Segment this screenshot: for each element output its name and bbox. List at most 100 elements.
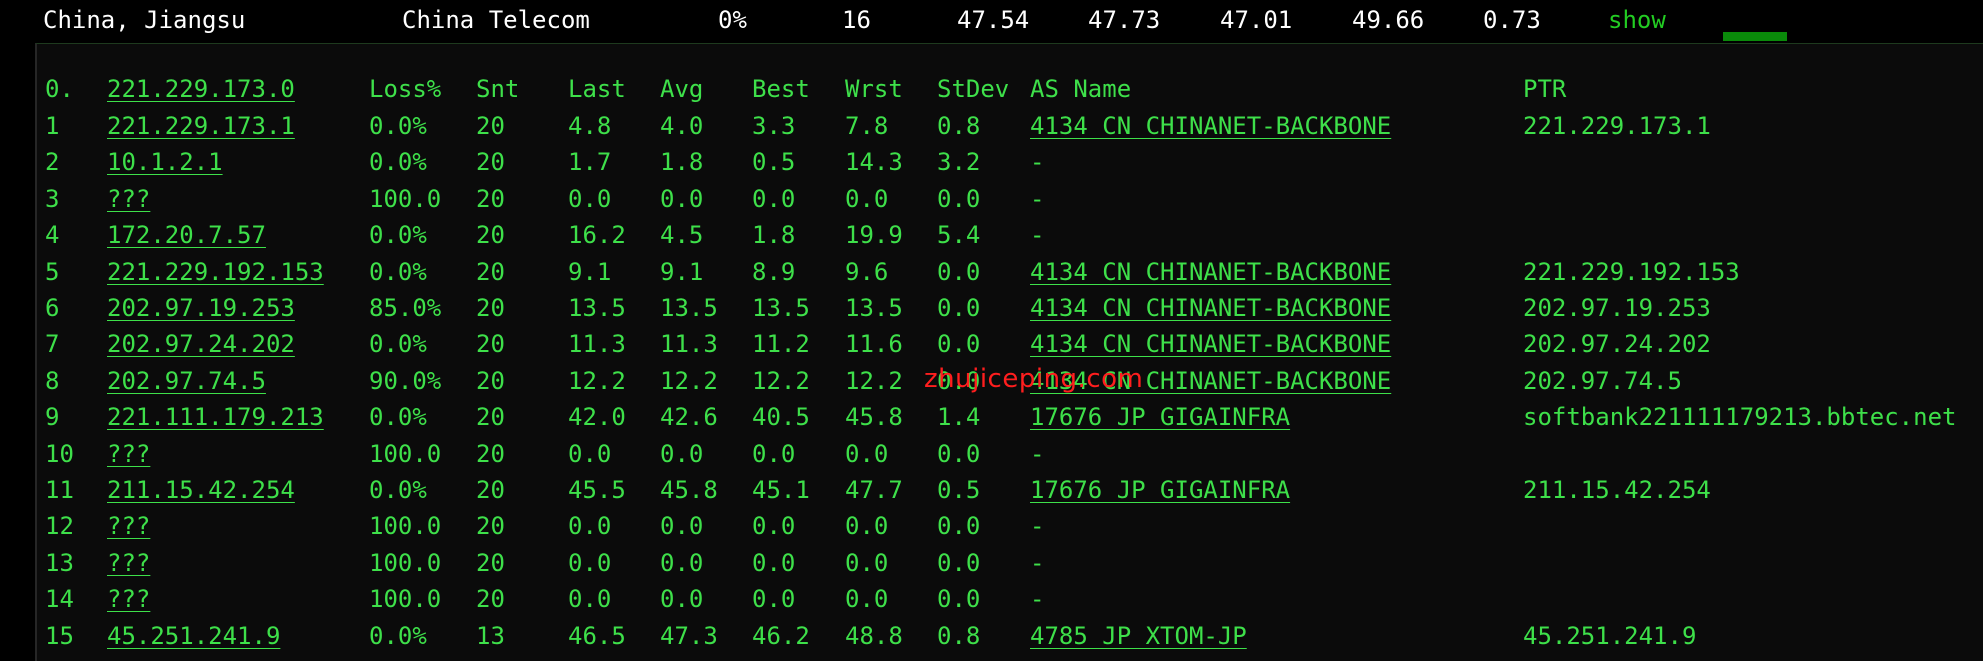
cell-as-name-link[interactable]: 4134 CN CHINANET-BACKBONE [1030,258,1391,286]
cell-best: 45.1 [752,476,810,504]
cell-avg: 45.8 [660,476,718,504]
cell-ptr: softbank221111179213.bbtec.net [1523,403,1957,432]
cell-avg: 0.0 [660,512,704,541]
cell-host-link[interactable]: 221.111.179.213 [107,403,324,431]
table-row: 4 172.20.7.57 0.0% 20 16.2 4.5 1.8 19.9 5.4 - [37,221,1983,257]
cell-wrst: 9.6 [845,257,889,286]
cell-snt: 20 [476,439,505,468]
cell-last: 11.3 [568,330,626,359]
cell-best: 40.5 [752,403,810,432]
cell-ptr: 221.229.173.1 [1523,112,1711,140]
cell-as-name-link[interactable]: 17676 JP GIGAINFRA [1030,403,1290,431]
cell-stdev: 0.0 [937,257,981,286]
cell-as-name-link[interactable]: 4134 CN CHINANET-BACKBONE [1030,294,1391,322]
cell-wrst: 48.8 [845,621,903,650]
table-row: 1 221.229.173.1 0.0% 20 4.8 4.0 3.3 7.8 0.8 4134 … [37,112,1983,148]
cell-hop: 5 [45,257,60,286]
cell-as-name-link[interactable]: 4134 CN CHINANET-BACKBONE [1030,112,1391,140]
cell-as-name-link[interactable]: 4785 JP XTOM-JP [1030,622,1247,650]
cell-snt: 20 [476,548,505,577]
table-row: 6 202.97.19.253 85.0% 20 13.5 13.5 13.5 13.5 0.0… [37,294,1983,330]
cell-best: 11.2 [752,330,810,359]
cell-best: 0.0 [752,548,796,577]
cell-best: 46.2 [752,621,810,650]
cell-hop: 15 [45,621,74,650]
header-hop: 0. [45,75,74,103]
cell-host-link[interactable]: 172.20.7.57 [107,221,266,249]
cell-avg: 4.5 [660,221,704,250]
cell-hop: 13 [45,548,74,577]
cell-last: 0.0 [568,512,612,541]
cell-ptr: 211.15.42.254 [1523,476,1711,504]
cell-best: 8.9 [752,257,796,286]
cell-wrst: 0.0 [845,548,889,577]
cell-stdev: 0.8 [937,621,981,650]
cell-last: 13.5 [568,294,626,322]
table-row: 3??? 100.0 20 0.0 0.0 0.0 0.0 0.0 - [37,185,1983,221]
cell-snt: 20 [476,585,505,614]
cell-stdev: 3.2 [937,148,981,177]
cell-ptr: 202.97.74.5 [1523,366,1682,395]
cell-loss: 90.0% [369,366,442,395]
cell-best: 0.5 [752,148,796,177]
cell-host-link[interactable]: ??? [107,549,150,577]
table-row: 11 211.15.42.254 0.0% 20 45.5 45.8 45.1 47.7 0.5… [37,476,1983,512]
cell-last: 0.0 [568,585,612,614]
cell-host-link[interactable]: ??? [107,185,150,213]
table-row: 13??? 100.0 20 0.0 0.0 0.0 0.0 0.0 - [37,549,1983,585]
cell-host-link[interactable]: 10.1.2.1 [107,148,223,176]
summary-loss: 0% [718,6,747,34]
cell-host-link[interactable]: 221.229.173.1 [107,112,295,140]
cell-best: 13.5 [752,294,810,322]
cell-host-link[interactable]: ??? [107,440,150,468]
cell-loss: 0.0% [369,476,427,504]
cell-snt: 20 [476,403,505,432]
summary-row: China, Jiangsu China Telecom 0% 16 47.54… [0,0,1983,43]
cell-host-link[interactable]: 45.251.241.9 [107,622,280,650]
cell-avg: 0.0 [660,439,704,468]
cell-host-link[interactable]: 202.97.24.202 [107,330,295,358]
cell-snt: 20 [476,184,505,213]
cell-ptr: 221.229.192.153 [1523,257,1740,286]
cell-best: 0.0 [752,512,796,541]
active-tab-indicator [1723,32,1787,41]
cell-hop: 12 [45,512,74,541]
cell-wrst: 45.8 [845,403,903,432]
cell-stdev: 0.5 [937,476,981,504]
cell-host-link[interactable]: ??? [107,512,150,540]
summary-worst: 49.66 [1352,6,1425,34]
cell-hop: 11 [45,476,74,504]
cell-wrst: 19.9 [845,221,903,250]
cell-as-name: - [1030,184,1045,213]
header-avg: Avg [660,75,704,103]
table-row: 2 10.1.2.1 0.0% 20 1.7 1.8 0.5 14.3 3.2 - [37,148,1983,184]
cell-avg: 12.2 [660,366,718,395]
cell-loss: 0.0% [369,112,427,140]
cell-host-link[interactable]: 211.15.42.254 [107,476,295,504]
cell-best: 0.0 [752,184,796,213]
cell-host-link[interactable]: 221.229.192.153 [107,258,324,286]
cell-host-link[interactable]: 202.97.74.5 [107,367,266,395]
cell-best: 1.8 [752,221,796,250]
cell-loss: 100.0 [369,184,442,213]
cell-loss: 0.0% [369,621,427,650]
table-row: 10??? 100.0 20 0.0 0.0 0.0 0.0 0.0 - [37,440,1983,476]
cell-avg: 0.0 [660,184,704,213]
header-host-link[interactable]: 221.229.173.0 [107,75,295,103]
cell-hop: 6 [45,294,60,322]
cell-as-name-link[interactable]: 17676 JP GIGAINFRA [1030,476,1290,504]
cell-as-name: - [1030,439,1045,468]
cell-as-name: - [1030,585,1045,614]
summary-location: China, Jiangsu [43,6,246,34]
header-stdev: StDev [937,75,1010,103]
table-header: 0. 221.229.173.0 Loss% Snt Last Avg Best… [37,75,1983,111]
cell-snt: 20 [476,221,505,250]
cell-wrst: 13.5 [845,294,903,322]
cell-as-name-link[interactable]: 4134 CN CHINANET-BACKBONE [1030,330,1391,358]
cell-stdev: 0.0 [937,330,981,359]
cell-last: 0.0 [568,184,612,213]
cell-last: 9.1 [568,257,612,286]
cell-host-link[interactable]: ??? [107,585,150,613]
cell-host-link[interactable]: 202.97.19.253 [107,294,295,322]
show-details-link[interactable]: show [1608,6,1666,34]
